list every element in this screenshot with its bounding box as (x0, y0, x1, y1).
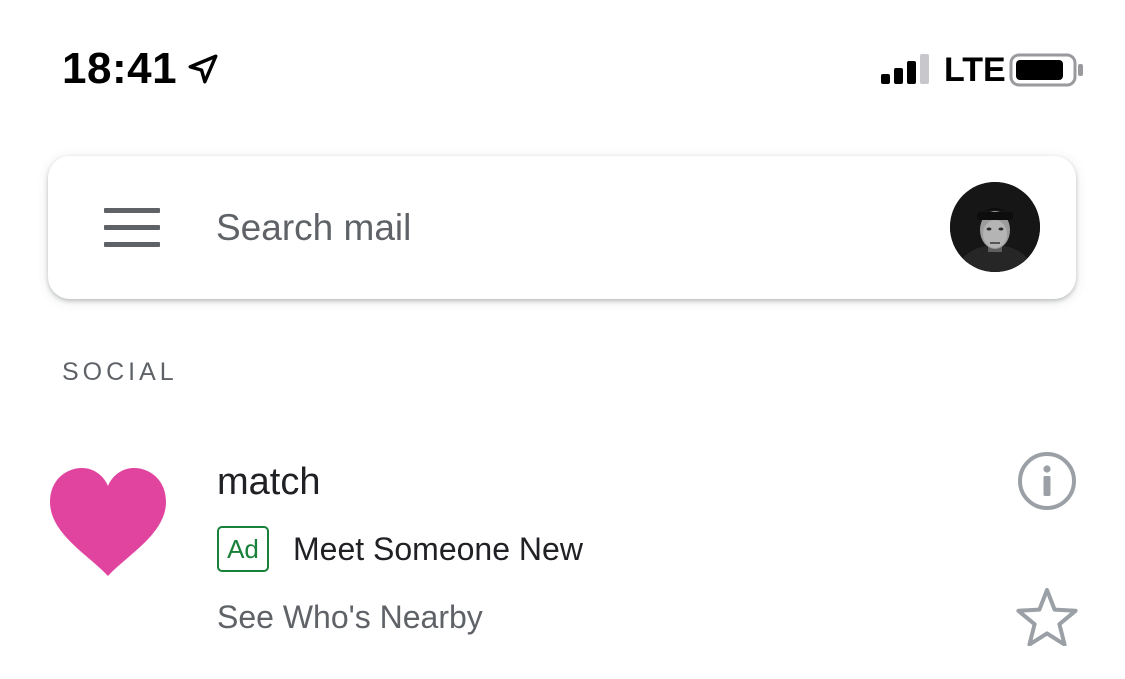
info-icon[interactable] (1016, 450, 1078, 512)
search-bar (48, 156, 1076, 299)
gmail-inbox-screen: 18:41 LTE Search mail SOCIAL match Ad Me… (0, 0, 1125, 679)
location-arrow-icon (188, 54, 218, 84)
ad-mail-item[interactable]: match Ad Meet Someone New See Who's Near… (0, 430, 1125, 670)
star-outline-icon[interactable] (1016, 586, 1078, 646)
mail-snippet: See Who's Nearby (217, 599, 483, 635)
mail-subject: Meet Someone New (293, 531, 583, 567)
battery-icon (1009, 53, 1083, 87)
account-avatar[interactable] (950, 182, 1040, 272)
network-type-label: LTE (944, 51, 1006, 89)
cellular-signal-icon (881, 54, 929, 84)
heart-logo-icon (50, 468, 166, 576)
sender-name: match (217, 461, 321, 503)
search-mail-input[interactable] (216, 204, 916, 252)
section-label-social: SOCIAL (62, 358, 178, 386)
hamburger-menu-icon[interactable] (104, 208, 160, 248)
ad-badge: Ad (217, 526, 269, 572)
status-time: 18:41 (62, 44, 178, 93)
